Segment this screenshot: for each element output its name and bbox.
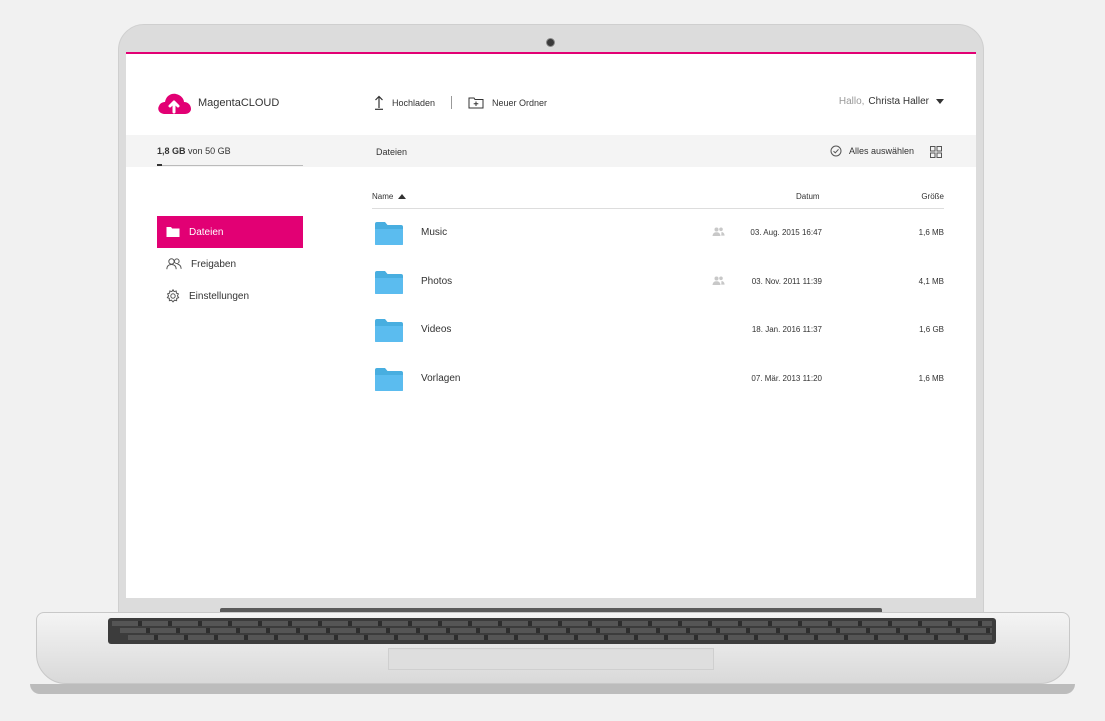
column-header-size[interactable]: Größe (921, 192, 944, 201)
grid-view-icon[interactable] (930, 145, 942, 163)
new-folder-label: Neuer Ordner (492, 97, 548, 108)
storage-used: 1,8 GB (157, 146, 186, 156)
sidebar-nav: Dateien Freigaben Einstellungen (157, 216, 303, 312)
keyboard-row (128, 635, 992, 640)
storage-info: 1,8 GB von 50 GB (157, 146, 231, 156)
keyboard-row (120, 628, 992, 633)
upload-button[interactable]: Hochladen (374, 95, 435, 110)
column-header-date[interactable]: Datum (796, 192, 820, 201)
file-date: 03. Nov. 2011 11:39 (751, 276, 822, 286)
folder-icon (375, 367, 403, 391)
accent-line (126, 52, 976, 54)
file-date: 07. Mär. 2013 11:20 (751, 373, 822, 383)
brand-name: MagentaCLOUD (198, 97, 279, 109)
sidebar-item-label: Freigaben (191, 258, 237, 270)
file-name: Vorlagen (421, 372, 461, 384)
brand-logo[interactable]: MagentaCLOUD (156, 90, 279, 116)
laptop-keyboard (108, 618, 996, 644)
upload-label: Hochladen (392, 97, 436, 108)
file-date: 18. Jan. 2016 11:37 (751, 325, 822, 334)
table-body: Music 03. Aug. 2015 16:47 1,6 MB Photos 03. … (372, 209, 944, 403)
sidebar-item-label: Dateien (189, 226, 224, 238)
keyboard-row (112, 621, 992, 626)
file-table: Name Datum Größe Music 03. Aug. 2015 16:4… (372, 192, 944, 403)
folder-icon (375, 222, 403, 245)
webcam (546, 38, 555, 47)
sidebar-item-label: Einstellungen (189, 290, 250, 302)
sort-ascending-icon (398, 194, 407, 199)
toolbar: Hochladen Neuer Ordner (374, 95, 547, 110)
folder-icon (375, 270, 403, 294)
file-size: 1,6 MB (918, 228, 944, 237)
select-all-label: Alles auswählen (849, 146, 915, 156)
table-row[interactable]: Vorlagen 07. Mär. 2013 11:20 1,6 MB (372, 355, 944, 404)
storage-total: 50 GB (205, 146, 231, 156)
chevron-down-icon (936, 99, 944, 104)
cloud-upload-icon (158, 93, 191, 114)
table-row[interactable]: Videos 18. Jan. 2016 11:37 1,6 GB (372, 306, 944, 355)
select-all-button[interactable]: Alles auswählen (830, 145, 914, 157)
sidebar-item-dateien[interactable]: Dateien (157, 216, 303, 248)
laptop-touchpad (388, 648, 714, 670)
user-menu[interactable]: Hallo, Christa Haller (839, 96, 944, 107)
greeting: Hallo, (838, 96, 865, 107)
storage-meter-fill (157, 164, 163, 166)
breadcrumb[interactable]: Dateien (376, 147, 407, 157)
sidebar-item-einstellungen[interactable]: Einstellungen (157, 280, 303, 312)
file-size: 4,1 MB (918, 276, 944, 286)
sidebar-item-freigaben[interactable]: Freigaben (157, 248, 303, 280)
column-header-name[interactable]: Name (372, 192, 407, 201)
check-circle-icon (830, 145, 842, 157)
file-name: Music (421, 227, 448, 238)
table-row[interactable]: Photos 03. Nov. 2011 11:39 4,1 MB (372, 258, 944, 307)
laptop-base-shadow (30, 684, 1075, 694)
user-name: Christa Haller (868, 96, 929, 107)
brand-name-part1: Magenta (198, 97, 241, 109)
folder-icon (166, 227, 180, 237)
file-name: Photos (421, 275, 453, 287)
new-folder-icon (468, 97, 484, 109)
gear-icon (166, 289, 180, 303)
storage-meter (157, 164, 303, 166)
new-folder-button[interactable]: Neuer Ordner (468, 96, 547, 109)
storage-of: von (188, 146, 203, 156)
app-screen: MagentaCLOUD Hochladen Neuer Ordner Hall… (126, 52, 976, 598)
file-size: 1,6 GB (919, 325, 944, 334)
toolbar-divider (451, 96, 453, 109)
folder-icon (375, 319, 403, 342)
upload-arrow-icon (375, 95, 383, 110)
file-size: 1,6 MB (918, 373, 944, 383)
column-name-label: Name (372, 192, 394, 201)
table-header: Name Datum Größe (372, 192, 944, 209)
file-date: 03. Aug. 2015 16:47 (750, 228, 822, 237)
brand-name-part2: CLOUD (240, 97, 280, 109)
file-name: Videos (421, 324, 452, 335)
people-icon (166, 258, 182, 270)
table-row[interactable]: Music 03. Aug. 2015 16:47 1,6 MB (372, 209, 944, 258)
